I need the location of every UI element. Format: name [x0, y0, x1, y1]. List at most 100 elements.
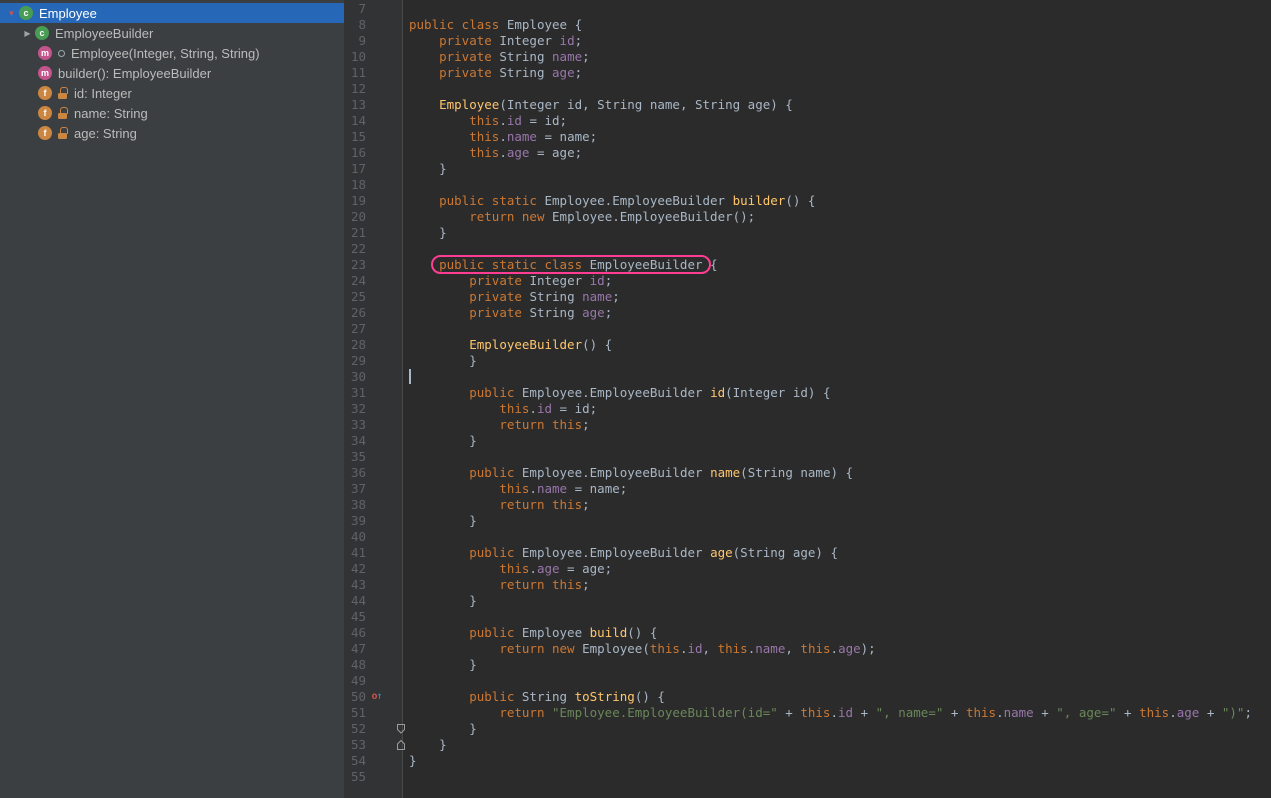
- line-number[interactable]: 54: [344, 753, 366, 769]
- line-number[interactable]: 7: [344, 1, 366, 17]
- structure-item-field-id[interactable]: f id: Integer: [0, 83, 344, 103]
- chevron-down-icon[interactable]: ▼: [4, 9, 19, 18]
- code-line[interactable]: 35: [344, 449, 1271, 465]
- code-line[interactable]: 9 private Integer id;: [344, 33, 1271, 49]
- code-line[interactable]: 44 }: [344, 593, 1271, 609]
- code-line[interactable]: 19 public static Employee.EmployeeBuilde…: [344, 193, 1271, 209]
- code-line[interactable]: 37 this.name = name;: [344, 481, 1271, 497]
- code-line[interactable]: 15 this.name = name;: [344, 129, 1271, 145]
- code-line[interactable]: 51 return "Employee.EmployeeBuilder(id="…: [344, 705, 1271, 721]
- code-line[interactable]: 39 }: [344, 513, 1271, 529]
- line-number[interactable]: 26: [344, 305, 366, 321]
- code-line[interactable]: 38 return this;: [344, 497, 1271, 513]
- code-line[interactable]: 31 public Employee.EmployeeBuilder id(In…: [344, 385, 1271, 401]
- code-line[interactable]: 18: [344, 177, 1271, 193]
- line-number[interactable]: 46: [344, 625, 366, 641]
- line-number[interactable]: 28: [344, 337, 366, 353]
- code-line[interactable]: 55: [344, 769, 1271, 785]
- line-number[interactable]: 32: [344, 401, 366, 417]
- code-line[interactable]: 7: [344, 1, 1271, 17]
- code-line[interactable]: 41 public Employee.EmployeeBuilder age(S…: [344, 545, 1271, 561]
- line-number[interactable]: 18: [344, 177, 366, 193]
- line-number[interactable]: 43: [344, 577, 366, 593]
- code-line[interactable]: 30: [344, 369, 1271, 385]
- code-line[interactable]: 40: [344, 529, 1271, 545]
- code-line[interactable]: 43 return this;: [344, 577, 1271, 593]
- code-line[interactable]: 32 this.id = id;: [344, 401, 1271, 417]
- line-number[interactable]: 55: [344, 769, 366, 785]
- line-number[interactable]: 11: [344, 65, 366, 81]
- code-line[interactable]: 48 }: [344, 657, 1271, 673]
- structure-item-employee[interactable]: ▼ c Employee: [0, 3, 344, 23]
- line-number[interactable]: 35: [344, 449, 366, 465]
- code-line[interactable]: 14 this.id = id;: [344, 113, 1271, 129]
- line-number[interactable]: 41: [344, 545, 366, 561]
- line-number[interactable]: 47: [344, 641, 366, 657]
- line-number[interactable]: 53: [344, 737, 366, 753]
- line-number[interactable]: 19: [344, 193, 366, 209]
- code-line[interactable]: 49: [344, 673, 1271, 689]
- code-editor[interactable]: 78public class Employee {9 private Integ…: [344, 0, 1271, 798]
- code-line[interactable]: 21 }: [344, 225, 1271, 241]
- line-number[interactable]: 30: [344, 369, 366, 385]
- line-number[interactable]: 14: [344, 113, 366, 129]
- code-line[interactable]: 53 }: [344, 737, 1271, 753]
- code-line[interactable]: 10 private String name;: [344, 49, 1271, 65]
- line-number[interactable]: 52: [344, 721, 366, 737]
- code-line[interactable]: 52 }: [344, 721, 1271, 737]
- line-number[interactable]: 12: [344, 81, 366, 97]
- line-number[interactable]: 34: [344, 433, 366, 449]
- structure-item-field-name[interactable]: f name: String: [0, 103, 344, 123]
- line-number[interactable]: 17: [344, 161, 366, 177]
- code-line[interactable]: 13 Employee(Integer id, String name, Str…: [344, 97, 1271, 113]
- line-number[interactable]: 24: [344, 273, 366, 289]
- override-gutter-icon[interactable]: o↑: [366, 689, 388, 705]
- line-number[interactable]: 10: [344, 49, 366, 65]
- code-line[interactable]: 20 return new Employee.EmployeeBuilder()…: [344, 209, 1271, 225]
- code-line[interactable]: 24 private Integer id;: [344, 273, 1271, 289]
- code-line[interactable]: 28 EmployeeBuilder() {: [344, 337, 1271, 353]
- line-number[interactable]: 44: [344, 593, 366, 609]
- code-line[interactable]: 47 return new Employee(this.id, this.nam…: [344, 641, 1271, 657]
- line-number[interactable]: 27: [344, 321, 366, 337]
- line-number[interactable]: 39: [344, 513, 366, 529]
- chevron-right-icon[interactable]: ▶: [20, 29, 35, 38]
- line-number[interactable]: 50: [344, 689, 366, 705]
- line-number[interactable]: 38: [344, 497, 366, 513]
- code-line[interactable]: 17 }: [344, 161, 1271, 177]
- line-number[interactable]: 37: [344, 481, 366, 497]
- structure-item-builder-method[interactable]: m builder(): EmployeeBuilder: [0, 63, 344, 83]
- code-line[interactable]: 27: [344, 321, 1271, 337]
- line-number[interactable]: 40: [344, 529, 366, 545]
- code-line[interactable]: 22: [344, 241, 1271, 257]
- line-number[interactable]: 51: [344, 705, 366, 721]
- code-line[interactable]: 46 public Employee build() {: [344, 625, 1271, 641]
- line-number[interactable]: 15: [344, 129, 366, 145]
- line-number[interactable]: 22: [344, 241, 366, 257]
- line-number[interactable]: 45: [344, 609, 366, 625]
- line-number[interactable]: 36: [344, 465, 366, 481]
- structure-item-constructor[interactable]: m Employee(Integer, String, String): [0, 43, 344, 63]
- code-line[interactable]: 16 this.age = age;: [344, 145, 1271, 161]
- code-line[interactable]: 26 private String age;: [344, 305, 1271, 321]
- code-line[interactable]: 45: [344, 609, 1271, 625]
- fold-marker-icon[interactable]: [388, 721, 404, 737]
- code-line[interactable]: 12: [344, 81, 1271, 97]
- line-number[interactable]: 31: [344, 385, 366, 401]
- code-line[interactable]: 29 }: [344, 353, 1271, 369]
- line-number[interactable]: 20: [344, 209, 366, 225]
- code-line[interactable]: 54}: [344, 753, 1271, 769]
- code-line[interactable]: 23 public static class EmployeeBuilder {: [344, 257, 1271, 273]
- code-line[interactable]: 25 private String name;: [344, 289, 1271, 305]
- code-line[interactable]: 8public class Employee {: [344, 17, 1271, 33]
- line-number[interactable]: 21: [344, 225, 366, 241]
- code-line[interactable]: 11 private String age;: [344, 65, 1271, 81]
- structure-item-employeebuilder[interactable]: ▶ c EmployeeBuilder: [0, 23, 344, 43]
- structure-item-field-age[interactable]: f age: String: [0, 123, 344, 143]
- line-number[interactable]: 48: [344, 657, 366, 673]
- line-number[interactable]: 13: [344, 97, 366, 113]
- line-number[interactable]: 49: [344, 673, 366, 689]
- line-number[interactable]: 16: [344, 145, 366, 161]
- line-number[interactable]: 29: [344, 353, 366, 369]
- code-line[interactable]: 33 return this;: [344, 417, 1271, 433]
